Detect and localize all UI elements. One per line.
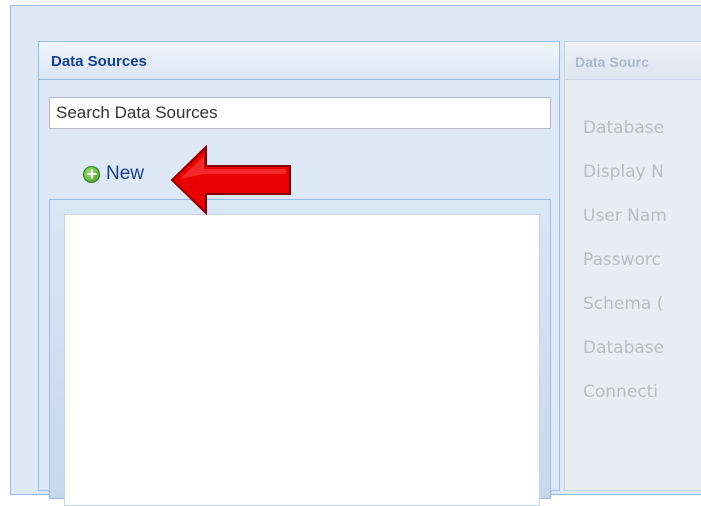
data-source-details-panel: Data Sourc Database Display N User Nam P… [564,41,701,491]
display-name-field-label: Display N [583,162,664,182]
data-sources-list[interactable] [64,214,540,506]
search-data-sources-input[interactable] [49,97,551,129]
user-name-field-label: User Nam [583,206,667,226]
data-source-details-title: Data Sourc [565,42,701,80]
data-sources-panel-title: Data Sources [39,42,559,80]
data-sources-list-frame [49,199,551,506]
database-field-label: Database [583,118,665,138]
data-sources-panel: Data Sources New [38,41,560,506]
schema-field-label: Schema ( [583,294,664,314]
new-button-label: New [106,163,145,184]
red-arrow-left-icon [170,145,291,215]
database-type-field-label: Database [583,338,665,358]
new-data-source-button[interactable]: New [83,160,144,188]
add-circle-icon [83,165,100,183]
connection-field-label: Connecti [583,382,659,402]
password-field-label: Passworc [583,250,661,270]
